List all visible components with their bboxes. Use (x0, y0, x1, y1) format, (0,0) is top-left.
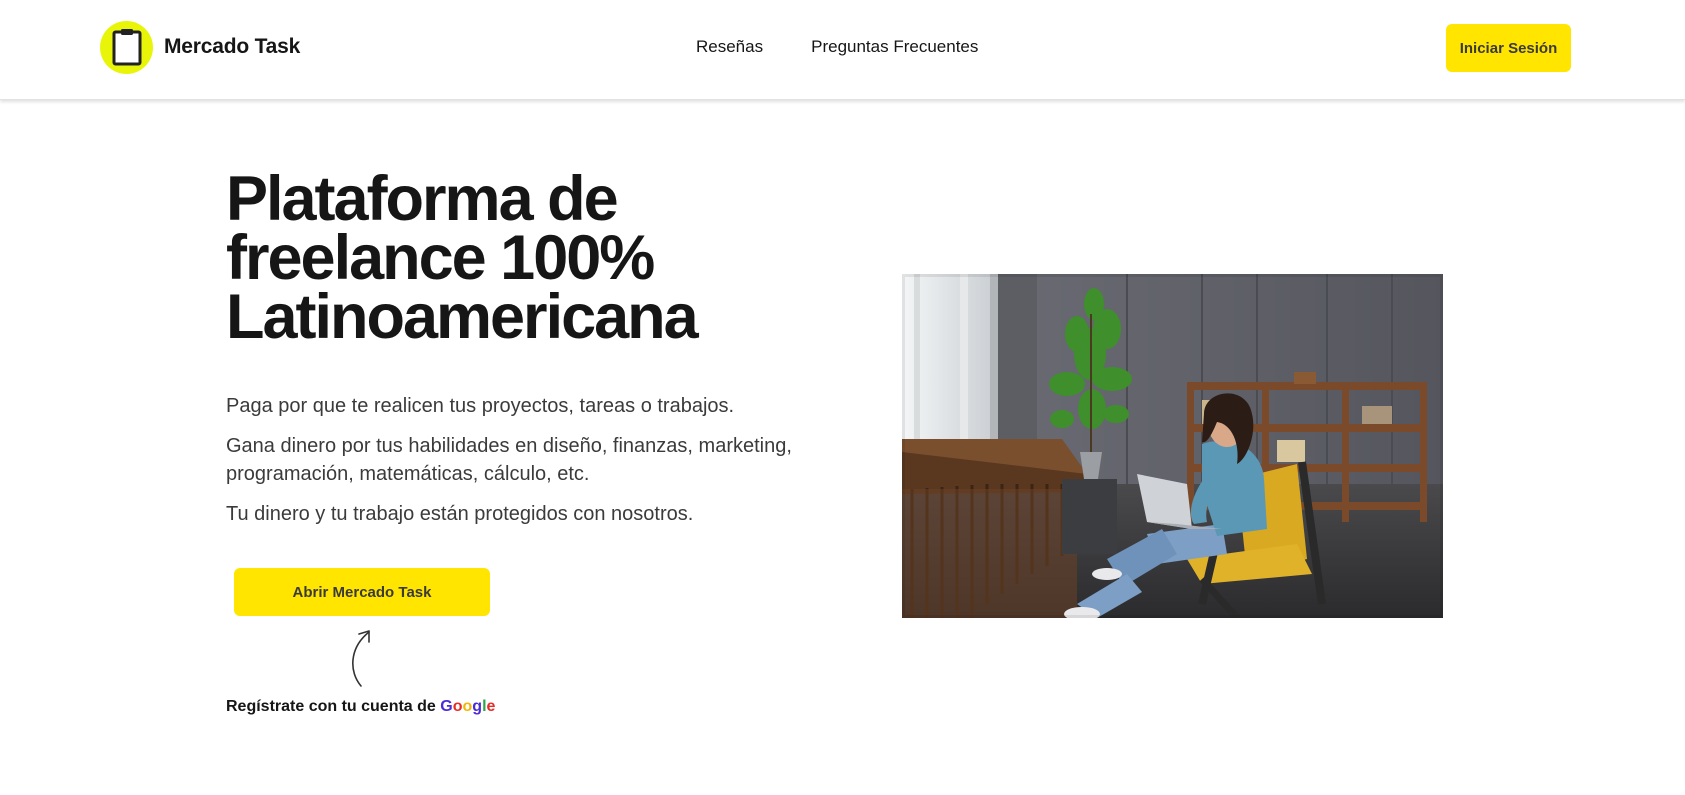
hero-photo-woman-with-laptop (902, 274, 1443, 618)
google-letter: g (472, 698, 483, 715)
open-mercado-task-button[interactable]: Abrir Mercado Task (234, 568, 490, 616)
hero-title: Plataforma de freelance 100% Latinoameri… (226, 168, 826, 349)
google-wordmark[interactable]: Google (440, 698, 495, 715)
nav-link-faq[interactable]: Preguntas Frecuentes (811, 37, 978, 57)
google-letter: e (486, 698, 496, 715)
brand-name: Mercado Task (164, 35, 301, 58)
hero-paragraph-protected: Tu dinero y tu trabajo están protegidos … (226, 503, 694, 525)
curved-arrow-up-icon (352, 630, 370, 687)
top-navbar: Mercado Task Reseñas Preguntas Frecuente… (0, 0, 1685, 100)
google-letter: G (440, 698, 453, 715)
login-button[interactable]: Iniciar Sesión (1446, 24, 1571, 72)
hero-title-line-3: Latinoamericana (226, 282, 699, 352)
main-nav: Reseñas Preguntas Frecuentes (696, 37, 1026, 57)
nav-link-resenas[interactable]: Reseñas (696, 37, 763, 57)
google-signup-text: Regístrate con tu cuenta de Google (226, 698, 495, 716)
clipboard-icon (100, 20, 153, 74)
google-signup-prefix: Regístrate con tu cuenta de (226, 698, 436, 715)
google-letter: o (452, 698, 463, 715)
hero-paragraph-earn: Gana dinero por tus habilidades en diseñ… (226, 435, 792, 485)
hero-paragraph-pay: Paga por que te realicen tus proyectos, … (226, 395, 735, 417)
google-letter: o (462, 698, 473, 715)
brand-home-link[interactable]: Mercado Task (100, 20, 300, 74)
